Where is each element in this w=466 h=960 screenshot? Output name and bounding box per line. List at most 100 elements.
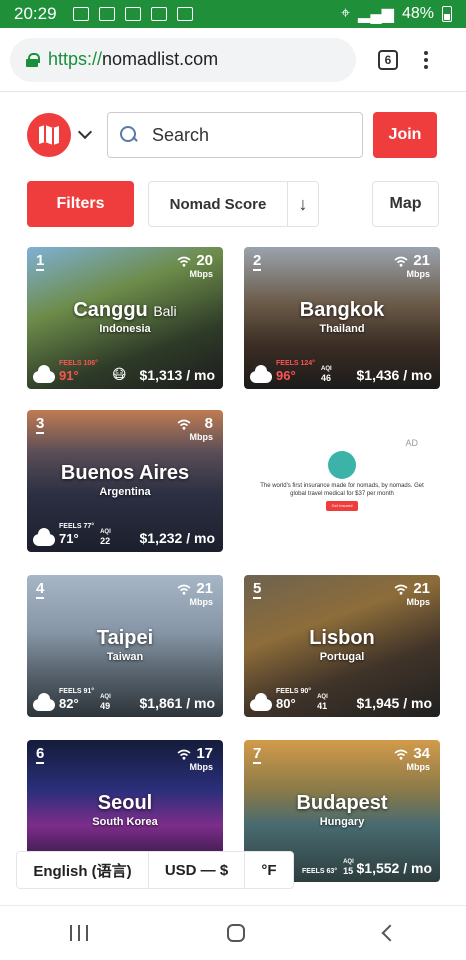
wifi-value: 17 bbox=[196, 745, 213, 762]
city-card[interactable]: 2 21 Mbps Bangkok Thailand FEELS 124° 96° … bbox=[244, 247, 440, 389]
search-input[interactable] bbox=[152, 124, 342, 146]
card-footer: FEELS 124° 96° AQI 46 $1,436 / mo bbox=[250, 360, 432, 383]
cost-per-month: $1,313 / mo bbox=[139, 367, 216, 383]
temperature-unit-selector[interactable]: °F bbox=[245, 852, 293, 888]
search-box[interactable] bbox=[107, 112, 363, 158]
feels-like: FEELS 90° bbox=[276, 688, 312, 695]
cost-per-month: $1,945 / mo bbox=[356, 695, 433, 711]
aqi-readout: AQI 41 bbox=[317, 694, 328, 711]
toolbar: Filters Nomad Score ↓ Map bbox=[27, 181, 439, 227]
browser-menu-button[interactable] bbox=[424, 50, 428, 69]
wifi-unit: Mbps bbox=[406, 269, 431, 279]
weather-readout: FEELS 91° 82° bbox=[59, 688, 94, 711]
wifi-unit: Mbps bbox=[189, 432, 214, 442]
join-button[interactable]: Join bbox=[373, 112, 437, 158]
ad-tag: AD bbox=[405, 438, 418, 448]
sort-select[interactable]: Nomad Score bbox=[149, 182, 288, 226]
rank-badge: 7 bbox=[253, 745, 262, 764]
ad-banner[interactable]: AD The world's first insurance made for … bbox=[244, 410, 440, 552]
language-selector[interactable]: English (语言) bbox=[17, 852, 149, 888]
back-button[interactable] bbox=[381, 924, 399, 942]
tab-switcher-button[interactable]: 6 bbox=[378, 49, 398, 70]
search-icon bbox=[120, 126, 138, 144]
aqi-readout: AQI 22 bbox=[100, 529, 111, 546]
aqi-value: 22 bbox=[100, 536, 111, 546]
wifi-speed: 20 Mbps bbox=[177, 253, 214, 279]
city-name: Taipei bbox=[96, 627, 154, 649]
home-button[interactable] bbox=[226, 924, 245, 942]
dot-icon bbox=[424, 50, 428, 55]
aqi-readout: AQI 46 bbox=[321, 366, 332, 383]
wifi-unit: Mbps bbox=[189, 269, 214, 279]
nomadlist-logo[interactable] bbox=[27, 113, 71, 157]
sort-control: Nomad Score ↓ bbox=[148, 181, 319, 227]
city-name: Seoul bbox=[97, 792, 153, 814]
city-name: Bangkok bbox=[299, 299, 385, 321]
city-label: Canggu bbox=[73, 299, 148, 321]
country-name: Indonesia bbox=[99, 323, 151, 335]
wifi-unit: Mbps bbox=[406, 762, 431, 772]
sort-direction-button[interactable]: ↓ bbox=[288, 182, 318, 226]
aqi-label: AQI bbox=[320, 366, 332, 372]
aqi-value: 41 bbox=[317, 701, 328, 711]
wifi-icon bbox=[394, 749, 408, 760]
cost-per-month: $1,552 / mo bbox=[356, 860, 433, 876]
wifi-icon bbox=[177, 256, 191, 267]
rank-badge: 6 bbox=[36, 745, 45, 764]
system-nav-bar bbox=[0, 905, 466, 960]
url-bar[interactable]: https://nomadlist.com bbox=[10, 37, 356, 82]
country-name: South Korea bbox=[92, 816, 158, 828]
country-name: Taiwan bbox=[106, 651, 144, 663]
city-card[interactable]: 4 21 Mbps Taipei Taiwan FEELS 91° 82° AQI 4… bbox=[27, 575, 223, 717]
browser-toolbar: https://nomadlist.com 6 bbox=[0, 28, 466, 92]
rank-badge: 5 bbox=[253, 580, 262, 599]
signal-icon: ▂▄▆ bbox=[358, 6, 394, 23]
city-card[interactable]: 3 8 Mbps Buenos Aires Argentina FEELS 77°… bbox=[27, 410, 223, 552]
currency-selector[interactable]: USD — $ bbox=[149, 852, 245, 888]
wifi-speed: 8 Mbps bbox=[177, 416, 214, 442]
mask-icon: 😷 bbox=[111, 366, 127, 382]
card-footer: FEELS 90° 80° AQI 41 $1,945 / mo bbox=[250, 688, 432, 711]
ad-cta-button[interactable]: Get Insured bbox=[326, 501, 358, 511]
wifi-icon bbox=[394, 584, 408, 595]
wifi-speed: 21 Mbps bbox=[394, 580, 431, 607]
wifi-value: 21 bbox=[413, 580, 430, 597]
leaf-logo-icon bbox=[328, 451, 356, 479]
aqi-label: AQI bbox=[343, 859, 354, 865]
map-button[interactable]: Map bbox=[372, 181, 439, 227]
bar-icon bbox=[85, 925, 88, 941]
aqi-value: 49 bbox=[100, 701, 111, 711]
weather-readout: FEELS 77° 71° bbox=[59, 523, 94, 546]
status-time: 20:29 bbox=[14, 4, 57, 23]
notification-icon bbox=[72, 7, 89, 21]
filters-button[interactable]: Filters bbox=[27, 181, 134, 227]
weather-readout: FEELS 106° 91° bbox=[59, 360, 98, 383]
card-footer: FEELS 91° 82° AQI 49 $1,861 / mo bbox=[33, 688, 215, 711]
wifi-value: 21 bbox=[196, 580, 213, 597]
card-footer: FEELS 106° 91° 😷 $1,313 / mo bbox=[33, 360, 215, 383]
aqi-value: 46 bbox=[320, 373, 331, 383]
temperature: 96° bbox=[276, 368, 296, 383]
temperature: 71° bbox=[59, 531, 79, 546]
wifi-unit: Mbps bbox=[189, 762, 214, 772]
aqi-value: 15 bbox=[343, 866, 354, 876]
aqi-label: AQI bbox=[317, 694, 328, 700]
feels-like: FEELS 91° bbox=[59, 688, 95, 695]
feels-like: FEELS 124° bbox=[276, 360, 315, 367]
wifi-icon bbox=[177, 419, 191, 430]
city-card[interactable]: 1 20 Mbps Canggu Bali Indonesia FEELS 106… bbox=[27, 247, 223, 389]
rank-badge: 4 bbox=[36, 580, 45, 599]
chevron-down-icon[interactable] bbox=[77, 124, 93, 140]
wifi-icon bbox=[394, 256, 408, 267]
cost-per-month: $1,861 / mo bbox=[139, 695, 216, 711]
country-name: Argentina bbox=[99, 486, 151, 498]
feels-like: FEELS 106° bbox=[59, 360, 98, 367]
recent-apps-button[interactable] bbox=[69, 925, 88, 941]
rank-badge: 1 bbox=[36, 252, 45, 271]
city-card[interactable]: 5 21 Mbps Lisbon Portugal FEELS 90° 80° AQ… bbox=[244, 575, 440, 717]
settings-bar: English (语言) USD — $ °F bbox=[16, 851, 294, 889]
ad-text: The world's first insurance made for nom… bbox=[260, 483, 424, 497]
youtube-icon bbox=[176, 7, 193, 21]
wifi-unit: Mbps bbox=[406, 597, 431, 607]
wifi-speed: 17 Mbps bbox=[177, 745, 214, 772]
